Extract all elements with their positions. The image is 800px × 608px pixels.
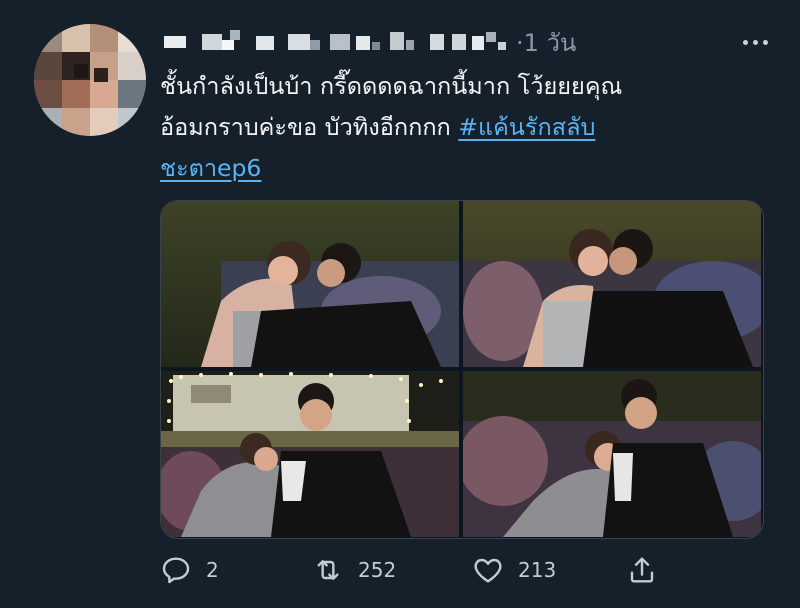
photo-1[interactable] — [161, 201, 459, 367]
tweet-action-bar: 2 252 213 — [160, 550, 720, 590]
photo-3[interactable] — [161, 371, 459, 537]
tweet: ·1 วัน ชั้นกำลังเป็นบ้า กรี๊ดดดดฉากนี้มา… — [0, 0, 800, 608]
photo-3-image — [161, 371, 459, 537]
tweet-text-line-2: อ้อมกราบค่ะขอ บัวทิงอีกกกก #แค้นรักสลับ — [160, 107, 760, 148]
photo-2-image — [463, 201, 761, 367]
share-button[interactable] — [626, 550, 658, 590]
tweet-header: ·1 วัน — [160, 26, 760, 62]
photo-1-image — [161, 201, 459, 367]
photo-4[interactable] — [463, 371, 761, 537]
hashtag-link[interactable]: #แค้นรักสลับ — [458, 113, 595, 141]
retweet-icon — [317, 560, 339, 580]
tweet-text-line-2-text: อ้อมกราบค่ะขอ บัวทิงอีกกกก — [160, 113, 459, 141]
reply-icon — [162, 557, 190, 584]
avatar[interactable] — [34, 24, 146, 136]
reply-button[interactable]: 2 — [160, 550, 219, 590]
blurred-username[interactable] — [160, 30, 512, 56]
tweet-timestamp[interactable]: ·1 วัน — [516, 26, 576, 60]
tweet-text-line-1: ชั้นกำลังเป็นบ้า กรี๊ดดดดฉากนี้มาก โว้ยย… — [160, 72, 623, 100]
tweet-text: ชั้นกำลังเป็นบ้า กรี๊ดดดดฉากนี้มาก โว้ยย… — [160, 66, 760, 189]
retweet-count: 252 — [358, 558, 397, 582]
avatar-pixelated-image — [34, 24, 146, 136]
tweet-text-line-3: ชะตาep6 — [160, 148, 760, 189]
heart-icon — [474, 558, 502, 583]
like-button[interactable]: 213 — [472, 550, 556, 590]
photo-4-image — [463, 371, 761, 537]
photo-2[interactable] — [463, 201, 761, 367]
media-grid — [160, 200, 764, 539]
more-icon[interactable] — [736, 28, 774, 56]
share-icon — [630, 557, 654, 583]
hashtag-link-continued[interactable]: ชะตาep6 — [160, 154, 261, 182]
reply-count: 2 — [206, 558, 219, 582]
retweet-button[interactable]: 252 — [312, 550, 396, 590]
like-count: 213 — [518, 558, 557, 582]
